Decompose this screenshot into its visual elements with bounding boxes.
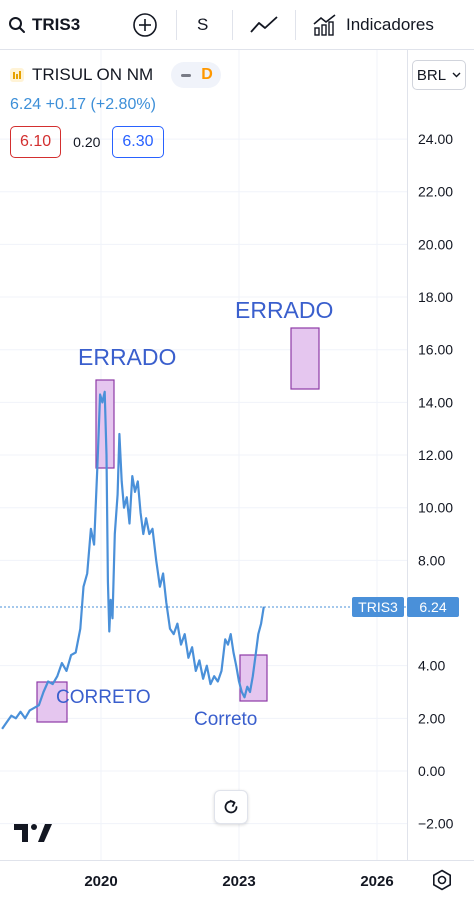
time-axis[interactable]: 2020 2023 2026 xyxy=(84,873,393,890)
tradingview-logo-icon xyxy=(14,824,52,842)
price-tick-label: 22.00 xyxy=(418,184,453,200)
line-chart-icon xyxy=(250,16,278,33)
currency-selector[interactable]: BRL xyxy=(412,60,466,90)
chevron-down-icon xyxy=(452,72,461,78)
price-tick-label: −2.00 xyxy=(418,816,454,832)
refresh-icon xyxy=(224,799,238,814)
symbol-label: TRIS3 xyxy=(32,15,81,34)
price-chart[interactable]: 24.00 22.00 20.00 18.00 16.00 14.00 12.00 10.00… xyxy=(0,50,474,907)
price-tick-label: 4.00 xyxy=(418,658,445,674)
price-tick-label: 10.00 xyxy=(418,500,453,516)
time-tick-label: 2020 xyxy=(84,873,117,890)
ask-price: 6.30 xyxy=(122,133,154,150)
price-tick-label: 0.00 xyxy=(418,763,445,779)
price-change-row: 6.24 +0.17 (+2.80%) xyxy=(10,96,221,114)
annotation-text-errado-2[interactable]: ERRADO xyxy=(235,297,333,323)
price-tick-label: 18.00 xyxy=(418,289,453,305)
annotation-text-errado-1[interactable]: ERRADO xyxy=(78,344,176,370)
search-icon xyxy=(9,17,25,33)
annotation-box-errado-2[interactable] xyxy=(290,327,320,390)
price-change: +0.17 xyxy=(45,96,87,113)
indicators-icon xyxy=(313,14,336,36)
price-tick-label: 8.00 xyxy=(418,552,445,568)
sell-button[interactable]: 6.10 xyxy=(10,126,62,158)
exchange-flag-icon xyxy=(10,68,24,82)
indicators-button[interactable]: Indicadores xyxy=(312,0,434,50)
interval-label: S xyxy=(197,15,209,34)
price-tick-label: 14.00 xyxy=(418,394,453,410)
symbol-name: TRISUL ON NM xyxy=(32,65,154,84)
price-axis[interactable]: 24.00 22.00 20.00 18.00 16.00 14.00 12.00 10.00… xyxy=(418,131,454,832)
annotation-text-correto-2[interactable]: Correto xyxy=(194,709,257,730)
interval-button[interactable]: S xyxy=(197,0,208,50)
chart-settings-button[interactable] xyxy=(428,866,456,894)
tradingview-logo[interactable] xyxy=(14,822,54,849)
indicators-label: Indicadores xyxy=(346,15,434,34)
compare-button[interactable] xyxy=(132,0,158,50)
grid-lines xyxy=(0,50,407,860)
toolbar-divider xyxy=(295,10,296,40)
price-tick-label: 16.00 xyxy=(418,342,453,358)
top-toolbar: TRIS3 S Indicadores xyxy=(0,0,474,50)
gear-icon xyxy=(432,869,452,891)
symbol-legend[interactable]: TRISUL ON NM D 6.24 +0.17 (+2.80%) 6.10 … xyxy=(10,62,221,158)
plus-circle-icon xyxy=(133,13,157,37)
time-tick-label: 2026 xyxy=(360,873,393,890)
price-tick-label: 12.00 xyxy=(418,447,453,463)
collapse-icon xyxy=(181,73,192,77)
price-tick-label: 2.00 xyxy=(418,710,445,726)
price-change-percent: (+2.80%) xyxy=(90,96,156,113)
reset-chart-button[interactable] xyxy=(214,790,248,824)
last-price: 6.24 xyxy=(10,96,42,113)
toolbar-divider xyxy=(232,10,233,40)
bid-price: 6.10 xyxy=(20,133,52,150)
annotation-text-correto-1[interactable]: CORRETO xyxy=(56,687,151,708)
toolbar-divider xyxy=(176,10,177,40)
delayed-badge: D xyxy=(201,66,213,83)
symbol-search-button[interactable]: TRIS3 xyxy=(8,0,80,50)
time-tick-label: 2023 xyxy=(222,873,255,890)
spread-value: 0.20 xyxy=(73,134,101,150)
buy-button[interactable]: 6.30 xyxy=(112,126,164,158)
price-tick-label: 20.00 xyxy=(418,236,453,252)
price-tick-label: 24.00 xyxy=(418,131,453,147)
currency-label: BRL xyxy=(416,66,447,84)
symbol-tag-label: TRIS3 xyxy=(358,599,398,615)
chart-type-button[interactable] xyxy=(249,0,279,50)
last-price-tag-value: 6.24 xyxy=(419,599,446,615)
market-status-pill[interactable]: D xyxy=(171,62,221,88)
